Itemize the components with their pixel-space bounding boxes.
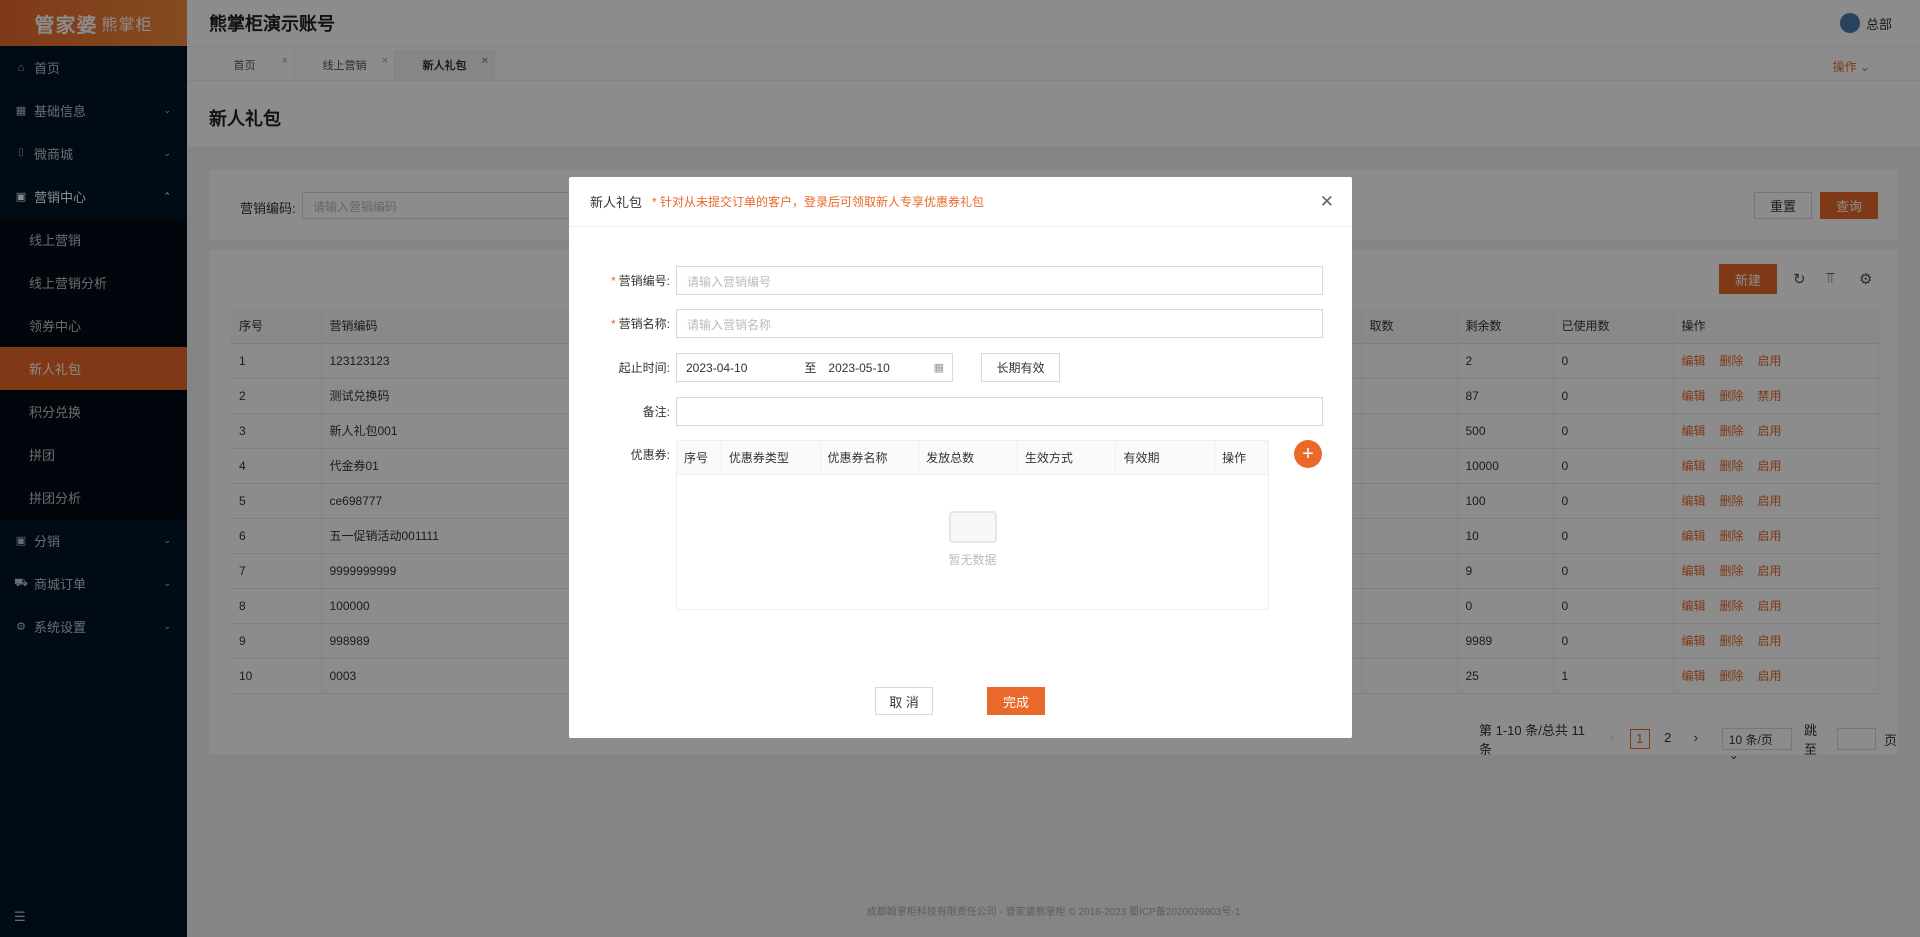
col-header: 序号 (677, 441, 722, 474)
col-header: 发放总数 (919, 441, 1018, 474)
coupon-table-header: 序号 优惠券类型 优惠券名称 发放总数 生效方式 有效期 操作 (677, 441, 1268, 475)
date-separator: 至 (804, 361, 817, 375)
newcomer-gift-modal: 新人礼包 * 针对从未提交订单的客户，登录后可领取新人专享优惠券礼包 ✕ * 营销… (569, 177, 1352, 738)
form-row-coupon: 优惠券: 序号 优惠券类型 优惠券名称 发放总数 生效方式 有效期 操作 暂无数… (569, 440, 1269, 610)
code-label: 营销编号: (618, 274, 670, 288)
date-range-picker[interactable]: 2023-04-10 至 2023-05-10 ▦ (676, 353, 953, 382)
marketing-name-field[interactable]: 请输入营销名称 (676, 309, 1323, 338)
empty-box-icon (948, 511, 997, 543)
form-row-code: * 营销编号: 请输入营销编号 (569, 266, 1323, 295)
form-label: * 营销编号: (610, 274, 670, 288)
empty-state: 暂无数据 (677, 511, 1268, 568)
remark-field[interactable] (676, 397, 1323, 426)
marketing-code-field[interactable]: 请输入营销编号 (676, 266, 1323, 295)
form-row-name: * 营销名称: 请输入营销名称 (569, 309, 1323, 338)
end-date: 2023-05-10 (828, 360, 890, 375)
modal-tip-text: 针对从未提交订单的客户，登录后可领取新人专享优惠券礼包 (660, 195, 985, 209)
col-header: 操作 (1222, 451, 1247, 465)
form-row-time: 起止时间: 2023-04-10 至 2023-05-10 ▦ 长期有效 (569, 353, 1060, 382)
modal-title: 新人礼包 (590, 195, 643, 210)
done-button[interactable]: 完成 (987, 687, 1045, 715)
col-header: 优惠券类型 (722, 441, 821, 474)
col-header: 生效方式 (1018, 441, 1117, 474)
modal-header: 新人礼包 * 针对从未提交订单的客户，登录后可领取新人专享优惠券礼包 (569, 177, 1352, 227)
form-row-remark: 备注: (569, 397, 1323, 426)
form-label: * 营销名称: (610, 317, 670, 331)
col-header: 优惠券名称 (821, 441, 920, 474)
coupon-label: 优惠券: (630, 448, 670, 462)
modal-tip: * 针对从未提交订单的客户，登录后可领取新人专享优惠券礼包 (652, 195, 985, 209)
empty-text: 暂无数据 (948, 553, 997, 567)
coupon-table: 序号 优惠券类型 优惠券名称 发放总数 生效方式 有效期 操作 暂无数据 (676, 440, 1269, 610)
col-header: 有效期 (1116, 441, 1216, 474)
calendar-icon: ▦ (933, 362, 944, 374)
cancel-button[interactable]: 取 消 (875, 687, 933, 715)
time-label: 起止时间: (618, 361, 670, 375)
long-term-button[interactable]: 长期有效 (981, 353, 1060, 382)
name-label: 营销名称: (618, 317, 670, 331)
close-icon[interactable]: ✕ (1320, 192, 1334, 212)
add-coupon-button[interactable]: + (1294, 440, 1322, 468)
remark-label: 备注: (642, 405, 670, 419)
start-date: 2023-04-10 (686, 360, 748, 375)
